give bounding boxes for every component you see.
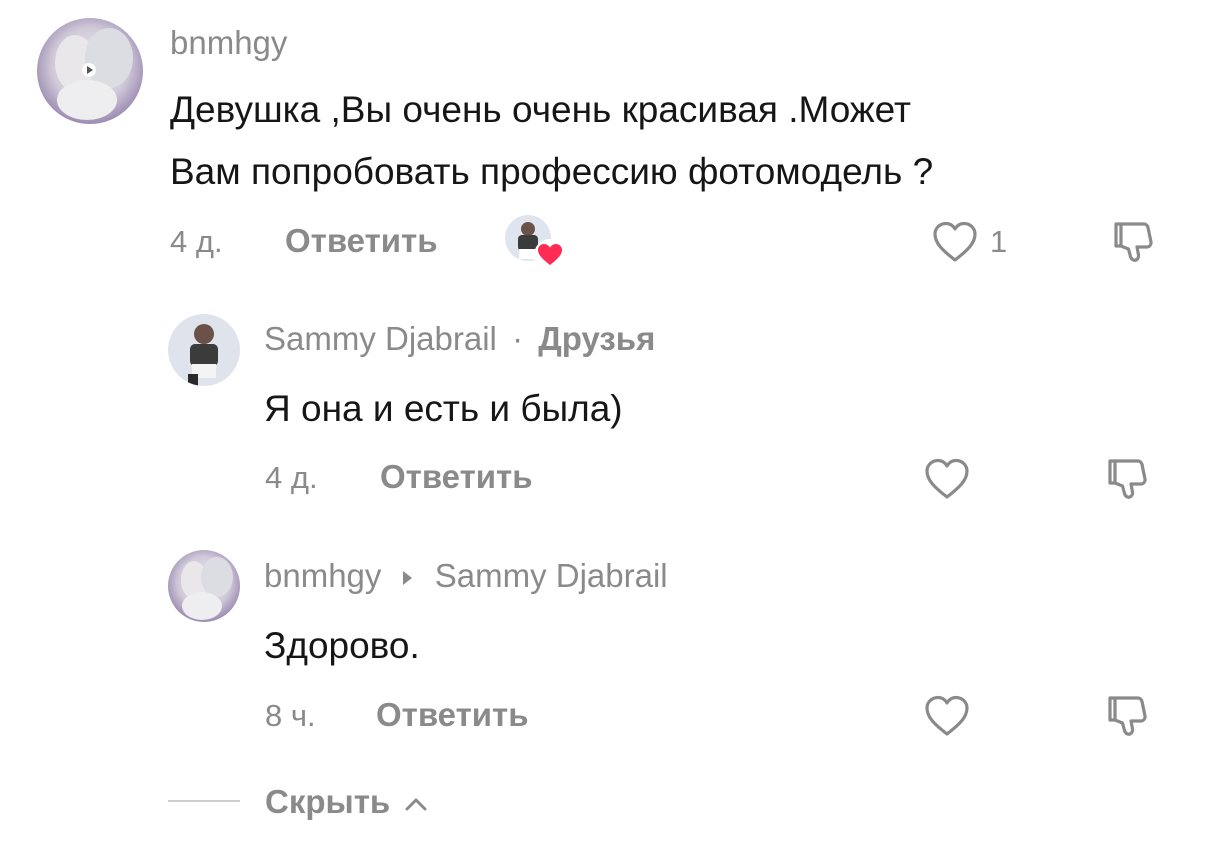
comment-text: Девушка ,Вы очень очень красивая .Может … (170, 79, 1170, 203)
avatar[interactable] (168, 550, 240, 622)
heart-icon (925, 695, 969, 736)
heart-icon (925, 458, 969, 499)
dislike-icon (1114, 222, 1153, 262)
comment-text: Здорово. (264, 625, 420, 666)
reply-button[interactable]: Ответить (376, 696, 529, 734)
chevron-up-icon (405, 798, 427, 811)
comment-timestamp: 8 ч. (265, 698, 316, 733)
reply-button[interactable]: Ответить (285, 222, 438, 260)
comment-username[interactable]: bnmhgy (170, 24, 287, 62)
heart-icon (933, 221, 977, 262)
comment-text-line: Вам попробовать профессию фотомодель ? (170, 151, 934, 192)
like-button[interactable] (922, 692, 972, 740)
like-button[interactable] (922, 455, 972, 503)
reply-button[interactable]: Ответить (380, 458, 533, 496)
dislike-button[interactable] (1102, 690, 1154, 742)
comment-username[interactable]: bnmhgy (264, 557, 381, 594)
avatar[interactable] (168, 314, 240, 386)
reply-arrow-icon (402, 571, 412, 586)
comment-text: Я она и есть и была) (264, 388, 623, 429)
comment-username[interactable]: Sammy Djabrail (264, 320, 497, 357)
reply-to-username[interactable]: Sammy Djabrail (435, 557, 668, 594)
comment-timestamp: 4 д. (170, 224, 223, 259)
creator-liked-badge (505, 215, 566, 271)
comment-header: bnmhgy Sammy Djabrail (264, 557, 668, 595)
dislike-button[interactable] (1102, 453, 1154, 505)
comment-header: Sammy Djabrail · Друзья (264, 320, 655, 358)
dislike-button[interactable] (1108, 216, 1160, 268)
dislike-icon (1108, 696, 1147, 736)
comment-text-line: Девушка ,Вы очень очень красивая .Может (170, 89, 911, 130)
hide-replies-button[interactable]: Скрыть (265, 783, 429, 821)
hide-replies-label: Скрыть (265, 783, 391, 820)
friends-tag: Друзья (538, 320, 656, 357)
like-button[interactable] (930, 218, 980, 266)
dislike-icon (1108, 459, 1147, 499)
divider (168, 800, 240, 802)
like-count: 1 (990, 224, 1008, 259)
header-separator: · (512, 320, 524, 357)
heart-badge-icon (534, 239, 566, 271)
comment-timestamp: 4 д. (265, 460, 318, 495)
avatar[interactable] (37, 18, 143, 124)
